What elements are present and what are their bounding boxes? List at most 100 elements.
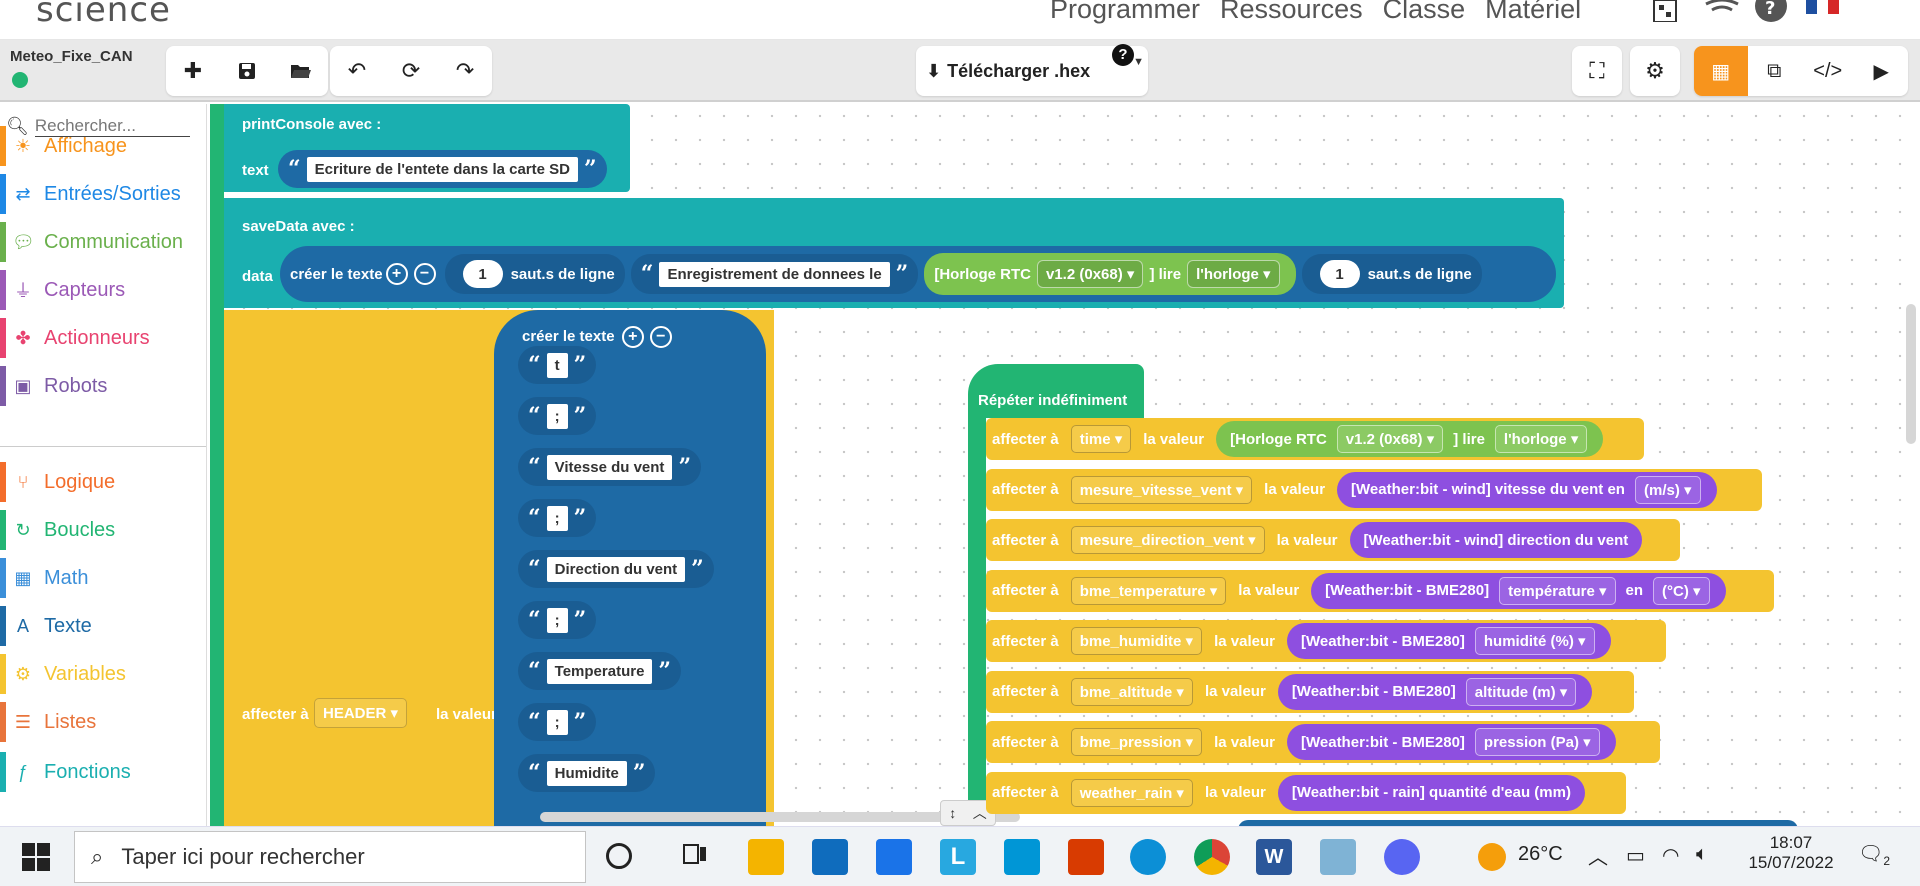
help-icon[interactable]: ?: [1754, 0, 1788, 22]
language-flag-icon[interactable]: [1806, 0, 1840, 22]
variable-dropdown[interactable]: bme_pression: [1070, 728, 1203, 756]
assign-row-bme-pression[interactable]: affecter à bme_pression la valeur [Weather:…: [986, 721, 1660, 763]
battery-icon[interactable]: ▭: [1626, 843, 1645, 868]
text-item-block[interactable]: “t”: [518, 346, 597, 384]
newline-count[interactable]: 1: [1319, 260, 1360, 288]
sensor-value-block[interactable]: [Weather:bit - wind] direction du vent: [1349, 522, 1643, 558]
hybrid-view-button[interactable]: ⧉: [1748, 46, 1802, 96]
sidebar-category-logique[interactable]: ⑂ Logique: [0, 462, 206, 502]
string-value[interactable]: Vitesse du vent: [546, 454, 673, 480]
save-data-block[interactable]: saveData avec : data créer le texte + − …: [224, 198, 1564, 308]
chevron-up-icon[interactable]: ︿: [973, 803, 987, 823]
remove-item-icon[interactable]: −: [413, 263, 436, 285]
discord-icon[interactable]: [1384, 839, 1420, 875]
sensor-value-block[interactable]: [Weather:bit - BME280] altitude (m): [1277, 673, 1593, 710]
option-dropdown[interactable]: (m/s): [1634, 475, 1701, 504]
notepad-icon[interactable]: [1320, 839, 1356, 875]
string-value[interactable]: ;: [546, 607, 568, 633]
chevron-up-icon[interactable]: ︿: [1588, 841, 1608, 870]
fullscreen-button[interactable]: ⛶: [1572, 46, 1622, 96]
new-project-button[interactable]: ✚: [166, 46, 220, 96]
chevron-down-icon[interactable]: ▼: [1133, 56, 1144, 68]
text-item-block[interactable]: “;”: [518, 601, 597, 639]
assign-row-bme-temperature[interactable]: affecter à bme_temperature la valeur [Weath…: [986, 569, 1774, 612]
microsoft-store-icon[interactable]: [812, 839, 848, 875]
add-item-icon[interactable]: +: [385, 263, 408, 285]
sidebar-category-communication[interactable]: 💬︎ Communication: [0, 222, 206, 262]
variable-dropdown[interactable]: mesure_direction_vent: [1070, 526, 1265, 554]
mail-icon[interactable]: [876, 839, 912, 875]
nav-link-materiel[interactable]: Matériel: [1485, 0, 1581, 25]
variable-dropdown[interactable]: bme_altitude: [1070, 677, 1193, 706]
newline-count[interactable]: 1: [462, 260, 503, 288]
text-item-block[interactable]: “;”: [518, 499, 597, 537]
option-dropdown[interactable]: v1.2 (0x68): [1336, 425, 1444, 453]
resize-vertical-icon[interactable]: ↕: [949, 805, 956, 821]
option-dropdown[interactable]: pression (Pa): [1474, 728, 1600, 756]
sensor-value-block[interactable]: [Horloge RTC v1.2 (0x68)] lire l'horloge: [1216, 421, 1604, 457]
cortana-icon[interactable]: [606, 843, 632, 869]
option-dropdown[interactable]: altitude (m): [1465, 677, 1577, 706]
chrome-browser-icon[interactable]: [1194, 839, 1230, 875]
print-console-block[interactable]: printConsole avec : text “ Ecriture de l…: [224, 104, 630, 192]
string-value[interactable]: ;: [546, 505, 568, 531]
blocks-view-button[interactable]: ▦: [1694, 46, 1748, 96]
string-value[interactable]: Direction du vent: [546, 556, 686, 582]
word-icon[interactable]: W: [1256, 839, 1292, 875]
notification-center-icon[interactable]: 🗨︎2: [1858, 841, 1890, 868]
sidebar-category-texte[interactable]: A Texte: [0, 606, 206, 646]
text-item-block[interactable]: “Temperature”: [518, 652, 682, 690]
brand-logo[interactable]: science: [36, 0, 171, 30]
add-item-icon[interactable]: +: [621, 326, 644, 348]
sensor-value-block[interactable]: [Weather:bit - rain] quantité d'eau (mm): [1277, 774, 1585, 811]
option-dropdown[interactable]: (°C): [1653, 576, 1710, 605]
assign-row-weather-rain[interactable]: affecter à weather_rain la valeur [Weather:…: [986, 771, 1626, 814]
text-item-block[interactable]: “;”: [518, 703, 597, 741]
variable-dropdown[interactable]: time: [1070, 425, 1132, 453]
download-hex-button[interactable]: ⬇ Télécharger .hex ? ▼: [916, 44, 1148, 96]
variable-dropdown[interactable]: bme_humidite: [1070, 627, 1203, 655]
repeat-forever-block[interactable]: Répéter indéfiniment: [968, 364, 1144, 418]
sensor-value-block[interactable]: [Weather:bit - BME280] humidité (%): [1286, 623, 1611, 659]
settings-button[interactable]: ⚙: [1630, 46, 1680, 96]
newline-block[interactable]: 1 saut.s de ligne: [444, 254, 625, 294]
assign-row-mesure-direction-vent[interactable]: affecter à mesure_direction_vent la valeur…: [986, 519, 1680, 561]
create-text-list-block[interactable]: créer le texte + − “t” “;” “Vitesse du vent…: [494, 310, 766, 826]
blockly-workspace[interactable]: printConsole avec : text “ Ecriture de l…: [208, 104, 1920, 826]
nav-link-ressources[interactable]: Ressources: [1220, 0, 1363, 25]
string-value[interactable]: t: [546, 352, 568, 378]
option-dropdown[interactable]: température: [1499, 576, 1616, 605]
string-value[interactable]: Enregistrement de donnees le: [659, 261, 890, 287]
refresh-button[interactable]: ⟳: [384, 46, 438, 96]
code-view-button[interactable]: </>: [1801, 46, 1855, 96]
newline-block[interactable]: 1 saut.s de ligne: [1301, 254, 1482, 294]
windows-start-icon[interactable]: [22, 843, 50, 876]
qr-code-icon[interactable]: [1650, 0, 1684, 23]
redo-button[interactable]: ↷: [438, 46, 492, 96]
assign-row-mesure-vitesse-vent[interactable]: affecter à mesure_vitesse_vent la valeur [W…: [986, 468, 1762, 511]
assign-row-bme-humidite[interactable]: affecter à bme_humidite la valeur [Weather:…: [986, 620, 1666, 662]
sensor-value-block[interactable]: [Weather:bit - BME280] pression (Pa): [1287, 724, 1616, 760]
rtc-version-dropdown[interactable]: v1.2 (0x68): [1037, 260, 1144, 288]
remove-item-icon[interactable]: −: [649, 326, 672, 348]
option-dropdown[interactable]: l'horloge: [1494, 425, 1588, 453]
run-button[interactable]: ▶: [1855, 46, 1909, 96]
string-value[interactable]: Ecriture de l'entete dans la carte SD: [306, 156, 578, 182]
nav-link-classe[interactable]: Classe: [1383, 0, 1466, 25]
text-item-block[interactable]: “;”: [518, 397, 597, 435]
create-text-block[interactable]: créer le texte + − 1 saut.s de ligne “ E…: [280, 246, 1556, 302]
app-circle-icon[interactable]: [1004, 839, 1040, 875]
variable-dropdown[interactable]: mesure_vitesse_vent: [1070, 475, 1253, 504]
wifi-icon[interactable]: ◠: [1662, 843, 1679, 868]
open-project-button[interactable]: [274, 46, 328, 96]
task-view-icon[interactable]: [680, 839, 716, 875]
assign-row-bme-altitude[interactable]: affecter à bme_altitude la valeur [Weather:…: [986, 670, 1634, 713]
string-literal-block[interactable]: “ Ecriture de l'entete dans la carte SD …: [278, 150, 607, 188]
header-assign-block[interactable]: affecter à HEADER ▾ la valeur créer le t…: [224, 310, 774, 826]
undo-button[interactable]: ↶: [330, 46, 384, 96]
sensor-value-block[interactable]: [Weather:bit - wind] vitesse du vent en (…: [1337, 471, 1717, 508]
variable-dropdown[interactable]: weather_rain: [1070, 778, 1193, 807]
string-literal-block[interactable]: “ Enregistrement de donnees le ”: [630, 254, 919, 294]
nav-link-programmer[interactable]: Programmer: [1050, 0, 1200, 25]
sidebar-category-listes[interactable]: ☰ Listes: [0, 702, 206, 742]
